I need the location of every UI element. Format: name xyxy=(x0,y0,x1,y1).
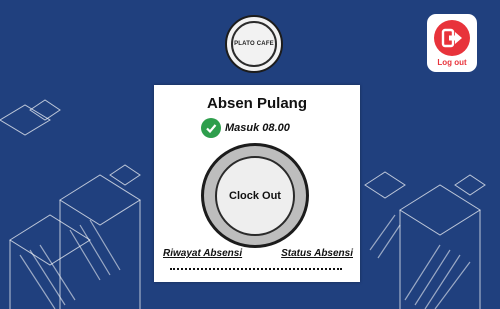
clock-out-button[interactable]: Clock Out xyxy=(201,143,309,248)
logo-text: PLATO CAFE xyxy=(234,41,274,47)
logout-button[interactable]: Log out xyxy=(427,14,477,72)
clock-out-label: Clock Out xyxy=(229,189,281,202)
attendance-status-link[interactable]: Status Absensi xyxy=(281,248,353,259)
checkin-status: Masuk 08.00 xyxy=(201,118,290,138)
dotted-divider xyxy=(170,268,342,270)
clock-out-inner-ring: Clock Out xyxy=(215,155,295,236)
card-title: Absen Pulang xyxy=(206,95,307,112)
logout-arrow-icon xyxy=(434,20,470,56)
attendance-history-link[interactable]: Riwayat Absensi xyxy=(163,248,242,259)
card-links: Riwayat Absensi Status Absensi xyxy=(163,248,353,259)
checkin-time: Masuk 08.00 xyxy=(225,122,290,134)
cafe-logo: PLATO CAFE xyxy=(225,15,283,73)
check-circle-icon xyxy=(201,118,221,138)
attendance-card: Absen Pulang Masuk 08.00 Clock Out Riway… xyxy=(154,85,360,282)
logout-label: Log out xyxy=(437,58,467,67)
logo-ring: PLATO CAFE xyxy=(231,21,277,67)
